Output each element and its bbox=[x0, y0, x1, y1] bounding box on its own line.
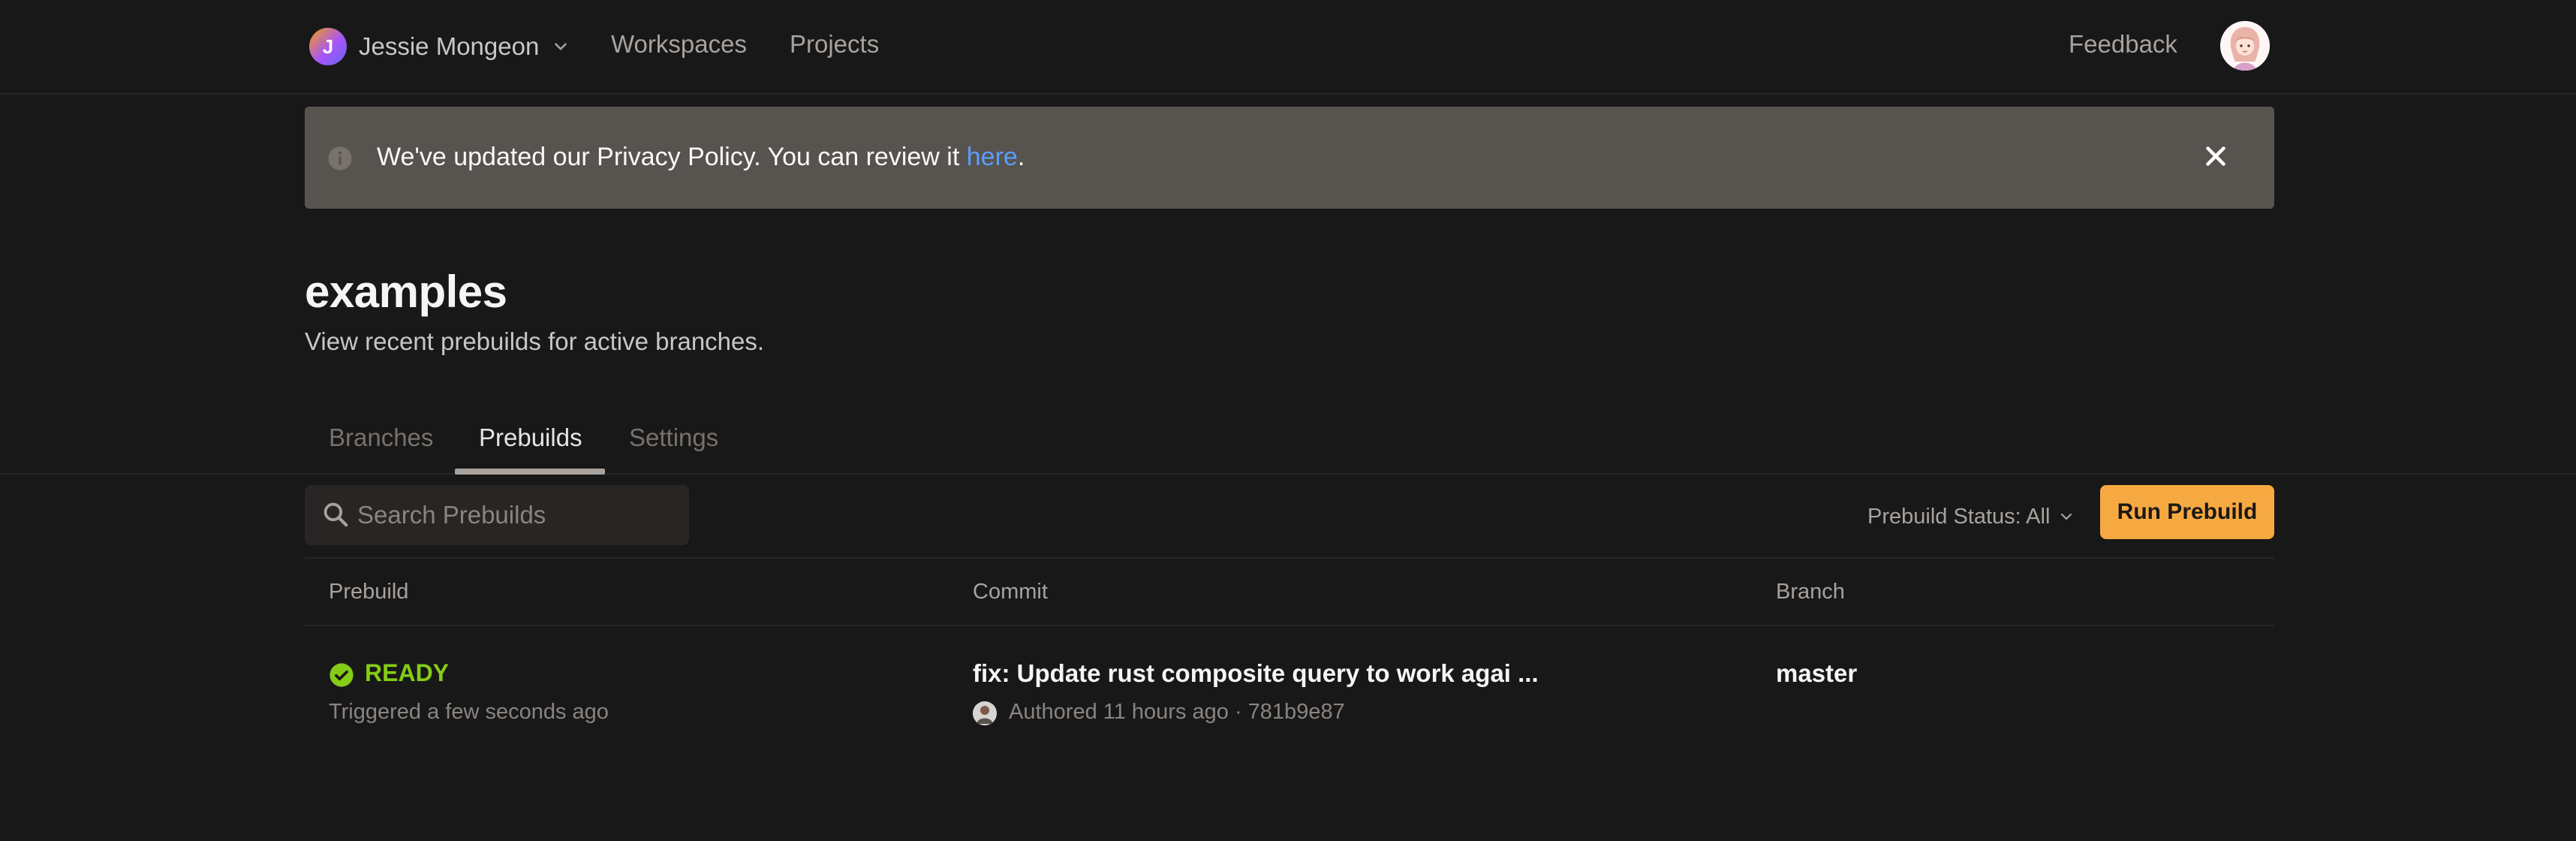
tab-bar: Branches Prebuilds Settings bbox=[0, 405, 2576, 475]
tab-branches[interactable]: Branches bbox=[329, 424, 433, 452]
org-switcher[interactable]: J Jessie Mongeon bbox=[309, 27, 570, 66]
table-header: Prebuild Commit Branch bbox=[305, 557, 2274, 626]
commit-message: fix: Update rust composite query to work… bbox=[973, 659, 1539, 687]
search-icon bbox=[324, 502, 348, 527]
status-badge: READY bbox=[365, 659, 450, 686]
active-tab-indicator bbox=[455, 469, 605, 475]
nav-projects-link[interactable]: Projects bbox=[790, 30, 879, 59]
user-avatar-image bbox=[2220, 21, 2270, 71]
notice-text-after: . bbox=[1017, 143, 1025, 171]
status-filter-label: Prebuild Status: All bbox=[1867, 504, 2051, 529]
chevron-down-icon bbox=[2061, 513, 2072, 520]
tab-settings[interactable]: Settings bbox=[629, 424, 718, 452]
user-avatar[interactable] bbox=[2220, 21, 2270, 71]
page: J Jessie Mongeon Workspaces Projects Fee… bbox=[0, 0, 2576, 841]
page-title: examples bbox=[305, 267, 507, 317]
notice-text: We've updated our Privacy Policy. You ca… bbox=[377, 143, 1025, 172]
feedback-link[interactable]: Feedback bbox=[2069, 30, 2177, 59]
prebuild-status-filter[interactable]: Prebuild Status: All bbox=[1867, 502, 2075, 532]
column-header-branch: Branch bbox=[1776, 580, 1845, 604]
info-icon bbox=[328, 146, 352, 170]
table-row[interactable]: READY Triggered a few seconds ago fix: U… bbox=[305, 626, 2274, 754]
author-avatar-image bbox=[973, 701, 997, 725]
close-icon[interactable] bbox=[2202, 143, 2229, 170]
branch-name: master bbox=[1776, 659, 1858, 687]
privacy-notice-banner: We've updated our Privacy Policy. You ca… bbox=[305, 107, 2274, 209]
run-prebuild-button[interactable]: Run Prebuild bbox=[2100, 485, 2274, 539]
privacy-policy-link[interactable]: here bbox=[967, 143, 1018, 171]
commit-meta: Authored 11 hours ago · 781b9e87 bbox=[1009, 700, 1345, 724]
search-box[interactable] bbox=[305, 485, 689, 545]
top-nav: J Jessie Mongeon Workspaces Projects Fee… bbox=[0, 0, 2576, 95]
search-input[interactable] bbox=[357, 485, 673, 545]
tab-prebuilds[interactable]: Prebuilds bbox=[479, 424, 582, 452]
notice-text-before: We've updated our Privacy Policy. You ca… bbox=[377, 143, 967, 171]
org-avatar: J bbox=[309, 28, 347, 65]
nav-workspaces-link[interactable]: Workspaces bbox=[611, 30, 747, 59]
org-name: Jessie Mongeon bbox=[359, 32, 540, 60]
check-circle-icon bbox=[330, 663, 354, 687]
column-header-prebuild: Prebuild bbox=[329, 580, 409, 604]
author-avatar bbox=[973, 701, 997, 725]
chevron-down-icon bbox=[555, 43, 567, 50]
triggered-time: Triggered a few seconds ago bbox=[329, 700, 609, 724]
column-header-commit: Commit bbox=[973, 580, 1048, 604]
page-subtitle: View recent prebuilds for active branche… bbox=[305, 327, 765, 355]
